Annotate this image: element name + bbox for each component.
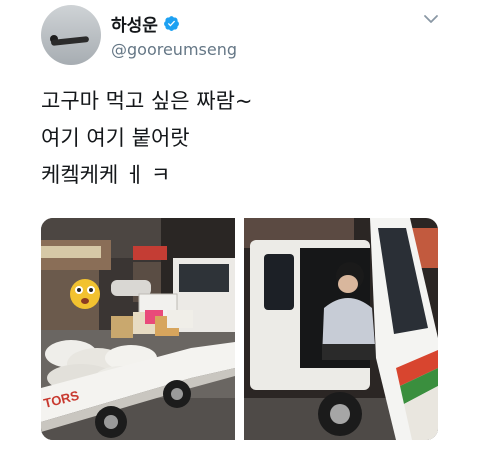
tweet-line: 고구마 먹고 싶은 짜람~ — [41, 89, 253, 113]
tweet: 하성운 @gooreumseng 고구마 먹고 싶은 짜람~ 여기 여기 붙어랏케… — [0, 0, 480, 449]
media-grid: TORS — [41, 218, 438, 440]
media-photo-cab[interactable] — [244, 218, 438, 440]
avatar[interactable] — [41, 5, 101, 65]
tweet-text: 고구마 먹고 싶은 짜람~ 여기 여기 붙어랏케켘케케 ㅔ ㅋ — [41, 83, 253, 194]
cab-photo-illustration — [244, 218, 438, 440]
tweet-line: 여기 여기 붙어랏 — [41, 126, 190, 150]
truck-photo-illustration: TORS — [41, 218, 235, 440]
media-photo-truck[interactable]: TORS — [41, 218, 235, 440]
name-row: 하성운 — [111, 11, 180, 36]
verified-badge-icon — [163, 15, 179, 31]
user-handle[interactable]: @gooreumseng — [111, 40, 237, 59]
display-name[interactable]: 하성운 — [111, 11, 158, 36]
tweet-line: 케켘케케 ㅔ ㅋ — [41, 163, 171, 187]
chevron-down-icon[interactable] — [423, 12, 439, 26]
